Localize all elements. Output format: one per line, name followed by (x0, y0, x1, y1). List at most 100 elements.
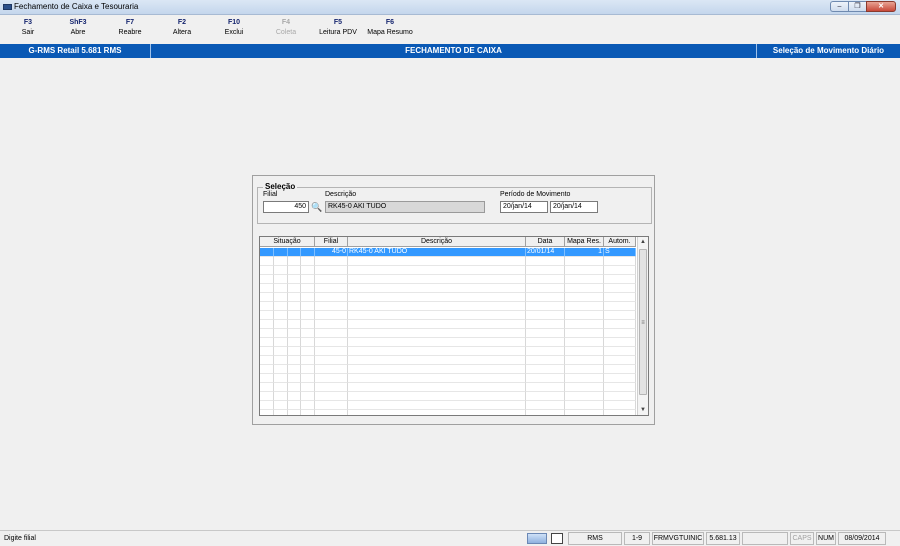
toolbar-key: F4 (281, 19, 291, 26)
table-row[interactable] (260, 311, 636, 320)
grid-cell (604, 374, 636, 383)
grid-cell (565, 284, 604, 293)
column-header-mapa-res[interactable]: Mapa Res. (565, 237, 604, 247)
filial-field[interactable]: 450 (263, 201, 309, 213)
grid-cell (274, 266, 288, 275)
situacao-cell (274, 248, 288, 257)
grid-cell (288, 347, 301, 356)
grid-cell (274, 356, 288, 365)
column-header-data[interactable]: Data (526, 237, 565, 247)
table-row[interactable] (260, 275, 636, 284)
table-row[interactable]: 45-0 RK45-0 AKI TUDO 20/01/14 1 S (260, 248, 636, 257)
table-row[interactable] (260, 383, 636, 392)
grid-cell (565, 383, 604, 392)
grid-cell (301, 338, 315, 347)
toolbar-button-altera[interactable]: F2 Altera (154, 18, 210, 38)
grid-cell (315, 356, 348, 365)
toolbar-button-coleta[interactable]: F4 Coleta (258, 18, 314, 38)
grid-cell (288, 266, 301, 275)
table-row[interactable] (260, 320, 636, 329)
window-controls: – ❐ ✕ (830, 1, 896, 13)
autom-cell: S (604, 248, 636, 257)
grid-cell (260, 356, 274, 365)
grid-cell (348, 293, 526, 302)
column-header-autom[interactable]: Autom. (604, 237, 636, 247)
status-range: 1-9 (624, 532, 650, 545)
grid-cell (260, 266, 274, 275)
grid-cell (315, 410, 348, 415)
toolbar-key: ShF3 (69, 19, 87, 26)
table-row[interactable] (260, 257, 636, 266)
grid-cell (260, 293, 274, 302)
status-version: 5.681.13 (706, 532, 740, 545)
function-toolbar: F3 Sair ShF3 Abre F7 Reabre F2 Altera F1… (0, 15, 900, 43)
descricao-field: RK45-0 AKI TUDO (325, 201, 485, 213)
table-row[interactable] (260, 347, 636, 356)
table-row[interactable] (260, 356, 636, 365)
grid-cell (604, 293, 636, 302)
grid-cell (604, 347, 636, 356)
status-bar: Digite filial RMS 1-9 FRMVGTUINIC 5.681.… (0, 530, 900, 546)
minimize-button[interactable]: – (830, 1, 848, 12)
grid-cell (348, 329, 526, 338)
table-row[interactable] (260, 365, 636, 374)
table-row[interactable] (260, 266, 636, 275)
grid-cell (565, 257, 604, 266)
toolbar-button-sair[interactable]: F3 Sair (0, 18, 56, 38)
grid-cell (274, 392, 288, 401)
close-button[interactable]: ✕ (866, 1, 896, 12)
toolbar-button-mapa-resumo[interactable]: F6 Mapa Resumo (362, 18, 418, 38)
grid-scrollbar[interactable]: ▲ ≡ ▼ (637, 237, 648, 415)
selection-group: Seleção Filial 450 🔍 Descrição RK45-0 AK… (257, 182, 652, 224)
table-row[interactable] (260, 293, 636, 302)
grid-cell (526, 374, 565, 383)
table-row[interactable] (260, 401, 636, 410)
toolbar-button-abre[interactable]: ShF3 Abre (50, 18, 106, 38)
grid-cell (604, 365, 636, 374)
grid-cell (526, 302, 565, 311)
grid-cell (526, 338, 565, 347)
periodo-inicio-field[interactable]: 20/jan/14 (500, 201, 548, 213)
restore-button[interactable]: ❐ (848, 1, 866, 12)
grid-cell (288, 410, 301, 415)
grid-cell (274, 383, 288, 392)
periodo-fim-field[interactable]: 20/jan/14 (550, 201, 598, 213)
mapa-res-cell: 1 (565, 248, 604, 257)
grid-cell (604, 338, 636, 347)
toolbar-key: F3 (23, 19, 33, 26)
status-program: FRMVGTUINIC (652, 532, 704, 545)
column-header-filial[interactable]: Filial (315, 237, 348, 247)
grid-cell (301, 392, 315, 401)
grid-cell (301, 365, 315, 374)
grid-cell (348, 284, 526, 293)
grid-cell (288, 302, 301, 311)
grid-cell (301, 257, 315, 266)
grid-cell (315, 401, 348, 410)
grid-cell (288, 374, 301, 383)
table-row[interactable] (260, 392, 636, 401)
toolbar-button-exclui[interactable]: F10 Exclui (206, 18, 262, 38)
column-header-situacao[interactable]: Situação (260, 237, 315, 247)
grid-cell (526, 275, 565, 284)
grid-cell (260, 329, 274, 338)
binoculars-icon[interactable]: 🔍 (311, 202, 323, 212)
scroll-up-icon[interactable]: ▲ (638, 237, 648, 247)
grid-cell (301, 320, 315, 329)
document-icon (551, 533, 563, 544)
scroll-down-icon[interactable]: ▼ (638, 405, 648, 415)
table-row[interactable] (260, 302, 636, 311)
grid-cell (274, 257, 288, 266)
table-row[interactable] (260, 329, 636, 338)
grid-cell (604, 311, 636, 320)
column-header-descricao[interactable]: Descrição (348, 237, 526, 247)
grid-cell (565, 338, 604, 347)
table-row[interactable] (260, 374, 636, 383)
table-row[interactable] (260, 410, 636, 415)
table-row[interactable] (260, 284, 636, 293)
grid-cell (565, 392, 604, 401)
table-row[interactable] (260, 338, 636, 347)
grid-cell (274, 311, 288, 320)
scroll-thumb[interactable]: ≡ (639, 249, 647, 395)
toolbar-button-reabre[interactable]: F7 Reabre (102, 18, 158, 38)
toolbar-button-leitura-pdv[interactable]: F5 Leitura PDV (310, 18, 366, 38)
